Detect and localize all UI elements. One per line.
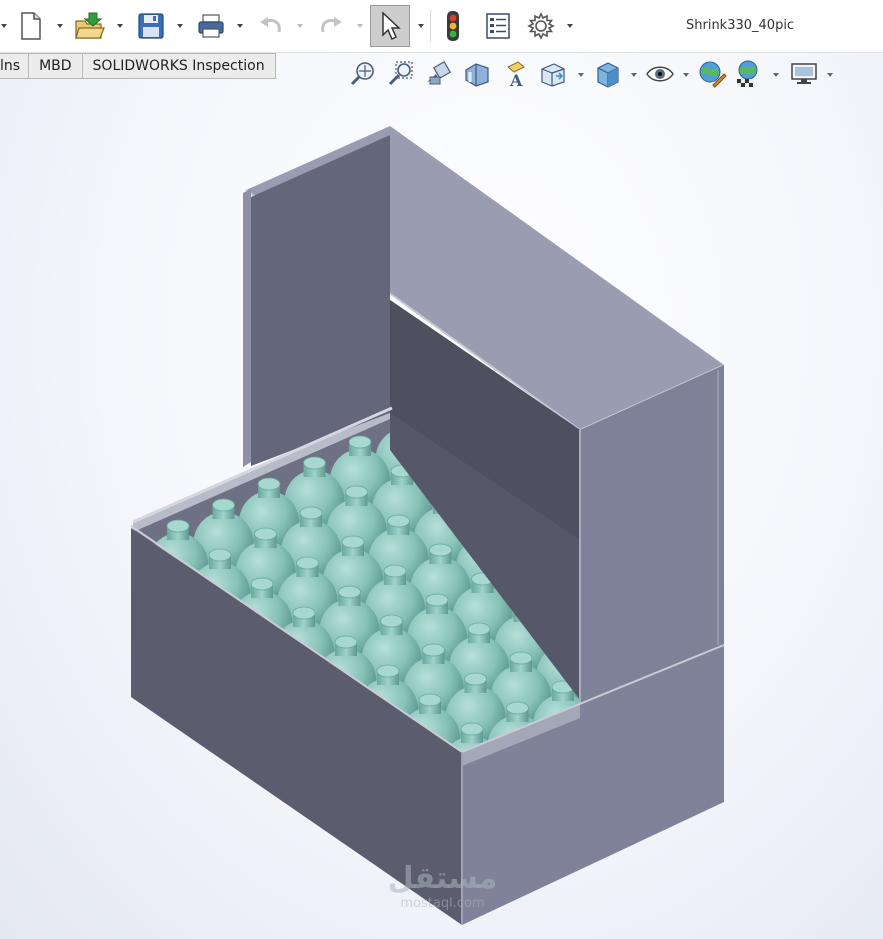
bottle-cap xyxy=(341,535,365,549)
view-orientation-chevron-icon[interactable] xyxy=(577,71,585,79)
tab-add-ins[interactable]: lns xyxy=(0,53,30,79)
bottle-cap xyxy=(425,593,449,607)
hide-show-items-button[interactable] xyxy=(645,58,675,90)
bottle-cap xyxy=(464,672,487,686)
bottle-cap xyxy=(429,543,452,557)
apply-scene-icon xyxy=(737,60,758,87)
section-view-icon xyxy=(465,63,489,87)
svg-text:A: A xyxy=(509,71,523,89)
open-button[interactable] xyxy=(73,8,107,44)
bottle-cap xyxy=(166,519,190,533)
graphics-area[interactable]: مستقل mostaql.com xyxy=(0,0,883,939)
bottle-cap xyxy=(254,527,277,541)
document-title: Shrink330_40pic xyxy=(686,18,795,33)
bottle-cap xyxy=(208,548,232,562)
properties-list-icon xyxy=(486,13,510,39)
zoom-to-area-button[interactable] xyxy=(386,58,416,90)
undo-button[interactable] xyxy=(254,8,288,44)
previous-view-icon xyxy=(427,60,452,85)
view-orientation-button[interactable] xyxy=(538,58,568,90)
tab-solidworks-inspection[interactable]: SOLIDWORKS Inspection xyxy=(82,53,276,79)
view-settings-button[interactable] xyxy=(789,58,819,90)
bottle-cap xyxy=(296,556,319,570)
new-document-icon xyxy=(21,12,41,40)
save-dropdown-chevron-icon[interactable] xyxy=(176,22,184,30)
redo-icon xyxy=(321,17,342,33)
redo-button[interactable] xyxy=(314,8,348,44)
open-folder-icon xyxy=(75,12,105,39)
bottle-cap xyxy=(422,643,445,657)
bottle-cap xyxy=(257,477,281,491)
sleeve-left-wall xyxy=(243,189,251,467)
rebuild-button[interactable] xyxy=(436,8,470,44)
display-style-icon xyxy=(597,62,619,88)
apply-scene-button[interactable] xyxy=(735,58,765,90)
new-dropdown-chevron-icon[interactable] xyxy=(56,22,64,30)
bottle-cap xyxy=(334,635,358,649)
bottle-cap xyxy=(303,456,326,470)
options-button[interactable] xyxy=(524,8,558,44)
bottle-cap xyxy=(292,606,316,620)
dynamic-annotation-button[interactable]: A xyxy=(500,58,530,90)
bottle-cap xyxy=(467,622,491,636)
bottle-cap xyxy=(418,693,442,707)
section-view-button[interactable] xyxy=(462,58,492,90)
view-orientation-icon xyxy=(541,63,565,87)
bottle-cap xyxy=(383,564,407,578)
bottle-cap xyxy=(345,485,368,499)
previous-view-button[interactable] xyxy=(424,58,454,90)
pointer-icon xyxy=(382,11,401,41)
watermark-latin: mostaql.com xyxy=(400,896,485,911)
bottle-cap xyxy=(212,498,235,512)
hide-show-icon xyxy=(646,66,674,82)
dynamic-annotation-icon: A xyxy=(507,61,525,89)
display-style-chevron-icon[interactable] xyxy=(630,71,638,79)
file-properties-button[interactable] xyxy=(481,8,515,44)
print-button[interactable] xyxy=(194,8,228,44)
edit-appearance-icon xyxy=(699,61,727,88)
redo-dropdown-chevron-icon[interactable] xyxy=(356,22,364,30)
zoom-to-area-icon xyxy=(388,61,413,86)
zoom-to-fit-button[interactable] xyxy=(348,58,378,90)
model-shrink-box[interactable] xyxy=(0,0,883,939)
zoom-to-fit-icon xyxy=(350,62,374,86)
bottle-cap xyxy=(299,506,323,520)
view-settings-chevron-icon[interactable] xyxy=(826,71,834,79)
select-dropdown-chevron-icon[interactable] xyxy=(417,22,425,30)
edit-appearance-button[interactable] xyxy=(697,58,727,90)
new-document-button[interactable] xyxy=(14,8,48,44)
gear-icon xyxy=(527,12,555,40)
toolbar-divider xyxy=(430,10,431,42)
view-settings-icon xyxy=(791,63,817,84)
apply-scene-chevron-icon[interactable] xyxy=(772,71,780,79)
bottle-cap xyxy=(506,701,529,715)
bottle-cap xyxy=(376,664,400,678)
bottle-cap xyxy=(509,651,533,665)
options-dropdown-chevron-icon[interactable] xyxy=(566,22,574,30)
hide-show-chevron-icon[interactable] xyxy=(682,71,690,79)
save-icon xyxy=(138,13,164,39)
undo-icon xyxy=(260,17,281,33)
save-button[interactable] xyxy=(134,8,168,44)
bottle-cap xyxy=(250,577,274,591)
bottle-cap xyxy=(338,585,361,599)
watermark-arabic: مستقل xyxy=(387,861,498,896)
main-toolbar: Shrink330_40pic xyxy=(0,0,883,53)
chevron-down-icon[interactable] xyxy=(0,22,8,30)
open-dropdown-chevron-icon[interactable] xyxy=(116,22,124,30)
bottle-cap xyxy=(380,614,403,628)
bottle-cap xyxy=(460,722,484,736)
command-manager-tabs: lns MBD SOLIDWORKS Inspection xyxy=(0,53,276,79)
watermark: مستقل mostaql.com xyxy=(385,862,500,912)
bottle-cap xyxy=(387,514,410,528)
tab-mbd[interactable]: MBD xyxy=(29,53,83,79)
traffic-light-icon xyxy=(447,11,459,41)
print-icon xyxy=(198,14,224,38)
select-pointer[interactable] xyxy=(373,8,407,44)
display-style-button[interactable] xyxy=(593,58,623,90)
print-dropdown-chevron-icon[interactable] xyxy=(236,22,244,30)
undo-dropdown-chevron-icon[interactable] xyxy=(296,22,304,30)
bottle-cap xyxy=(348,435,372,449)
